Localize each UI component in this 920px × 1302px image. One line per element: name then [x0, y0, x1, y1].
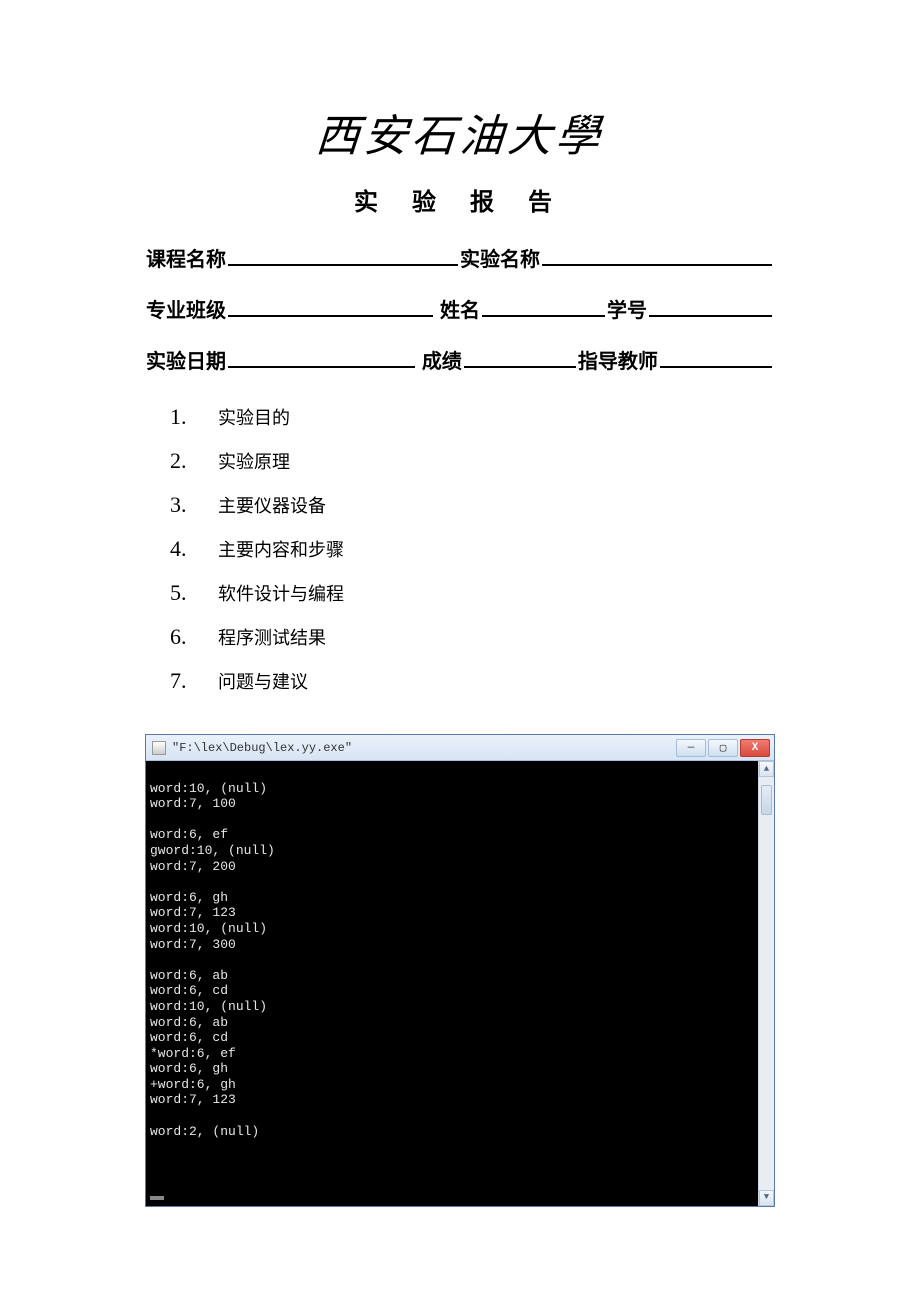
blank-course[interactable]: [228, 244, 458, 266]
section-number: 4.: [170, 536, 198, 562]
blank-sid[interactable]: [649, 295, 772, 317]
cursor: [150, 1196, 164, 1200]
label-course: 课程名称: [146, 243, 226, 272]
window-buttons: — ▢ X: [676, 739, 770, 757]
blank-date[interactable]: [228, 346, 415, 368]
row-class-name-id: 专业班级 姓名 学号: [140, 294, 780, 323]
blank-exp[interactable]: [542, 244, 772, 266]
scroll-up-button[interactable]: ▲: [759, 761, 774, 777]
window-title: "F:\lex\Debug\lex.yy.exe": [172, 741, 676, 755]
maximize-button[interactable]: ▢: [708, 739, 738, 757]
terminal-window: "F:\lex\Debug\lex.yy.exe" — ▢ X word:10,…: [145, 734, 775, 1207]
section-number: 2.: [170, 448, 198, 474]
row-course-exp: 课程名称 实验名称: [140, 243, 780, 272]
section-text: 问题与建议: [218, 668, 308, 694]
label-date: 实验日期: [146, 345, 226, 374]
label-score: 成绩: [422, 345, 462, 374]
scrollbar[interactable]: ▲ ▼: [758, 761, 774, 1206]
report-title: 实 验 报 告: [140, 182, 780, 217]
label-teacher: 指导教师: [578, 345, 658, 374]
titlebar[interactable]: "F:\lex\Debug\lex.yy.exe" — ▢ X: [146, 735, 774, 761]
minimize-button[interactable]: —: [676, 739, 706, 757]
section-text: 实验目的: [218, 404, 290, 430]
terminal-output: word:10, (null) word:7, 100 word:6, ef g…: [150, 781, 279, 1139]
scroll-track[interactable]: [759, 777, 774, 1190]
scroll-down-button[interactable]: ▼: [759, 1190, 774, 1206]
blank-class[interactable]: [228, 295, 433, 317]
list-item: 4. 主要内容和步骤: [170, 536, 780, 562]
section-number: 1.: [170, 404, 198, 430]
app-icon: [152, 741, 166, 755]
list-item: 5. 软件设计与编程: [170, 580, 780, 606]
blank-score[interactable]: [464, 346, 576, 368]
section-number: 3.: [170, 492, 198, 518]
blank-name[interactable]: [482, 295, 605, 317]
university-name: 西安石油大學: [138, 100, 782, 164]
list-item: 1. 实验目的: [170, 404, 780, 430]
label-name: 姓名: [440, 294, 480, 323]
section-number: 6.: [170, 624, 198, 650]
label-sid: 学号: [607, 294, 647, 323]
close-button[interactable]: X: [740, 739, 770, 757]
list-item: 2. 实验原理: [170, 448, 780, 474]
scroll-thumb[interactable]: [761, 785, 772, 815]
list-item: 3. 主要仪器设备: [170, 492, 780, 518]
blank-teacher[interactable]: [660, 346, 772, 368]
section-text: 主要内容和步骤: [218, 536, 344, 562]
label-exp: 实验名称: [460, 243, 540, 272]
section-text: 主要仪器设备: [218, 492, 326, 518]
section-text: 程序测试结果: [218, 624, 326, 650]
label-class: 专业班级: [146, 294, 226, 323]
list-item: 6. 程序测试结果: [170, 624, 780, 650]
terminal-body[interactable]: word:10, (null) word:7, 100 word:6, ef g…: [146, 761, 774, 1206]
row-date-score-teacher: 实验日期 成绩 指导教师: [140, 345, 780, 374]
section-number: 5.: [170, 580, 198, 606]
section-text: 软件设计与编程: [218, 580, 344, 606]
section-text: 实验原理: [218, 448, 290, 474]
list-item: 7. 问题与建议: [170, 668, 780, 694]
section-number: 7.: [170, 668, 198, 694]
section-list: 1. 实验目的 2. 实验原理 3. 主要仪器设备 4. 主要内容和步骤 5. …: [170, 404, 780, 694]
